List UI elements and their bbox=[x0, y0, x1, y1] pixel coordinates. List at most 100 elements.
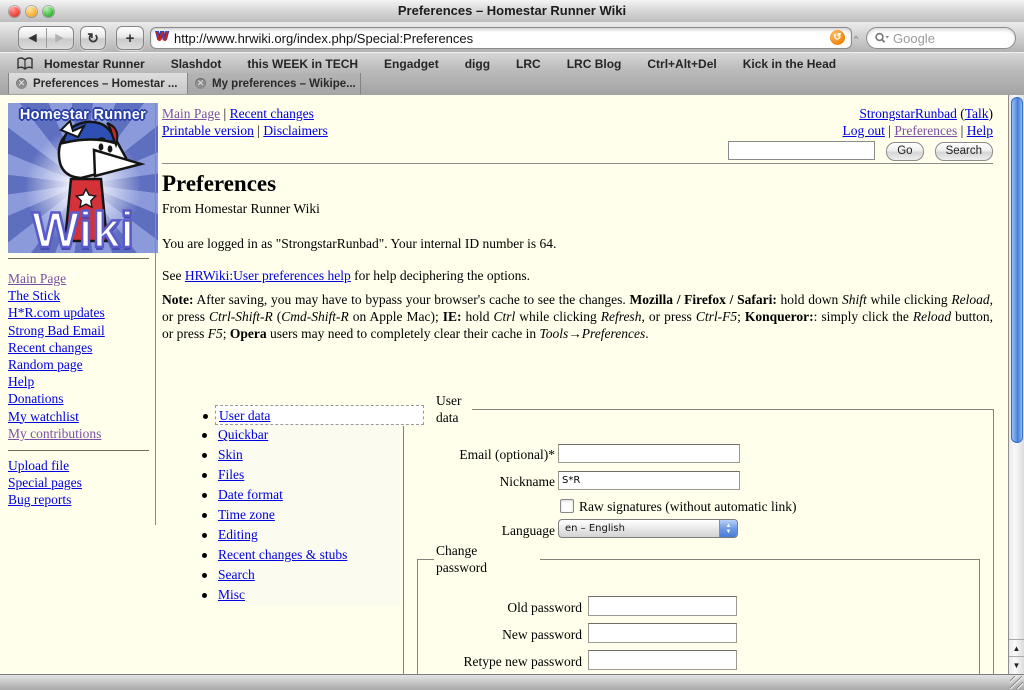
tab-close-icon[interactable]: ✕ bbox=[16, 78, 27, 89]
pref-section-link[interactable]: Misc bbox=[218, 587, 245, 602]
scroll-down-button[interactable]: ▼ bbox=[1009, 656, 1024, 674]
note-bold: Konqueror: bbox=[744, 309, 814, 324]
bookmark-item[interactable]: Engadget bbox=[384, 57, 439, 71]
snapback-icon[interactable]: ↺ bbox=[830, 30, 845, 45]
cache-note: Note: After saving, you may have to bypa… bbox=[162, 292, 994, 341]
sidebar-link[interactable]: Donations bbox=[8, 391, 64, 406]
sidebar-link[interactable]: Main Page bbox=[8, 271, 66, 286]
new-password-input[interactable] bbox=[588, 623, 737, 643]
pref-section-link[interactable]: Time zone bbox=[218, 507, 275, 522]
bookmark-item[interactable]: digg bbox=[465, 57, 490, 71]
search-button[interactable]: Search bbox=[934, 142, 993, 162]
note-italic: Ctrl-Shift-R bbox=[208, 309, 273, 324]
note-italic: Ctrl-F5 bbox=[695, 309, 738, 324]
user-data-legend: User data bbox=[436, 393, 462, 425]
sidebar-link-item: Random page bbox=[8, 357, 105, 374]
address-bar[interactable]: W http://www.hrwiki.org/index.php/Specia… bbox=[150, 27, 852, 49]
pref-section-link[interactable]: Files bbox=[218, 467, 244, 482]
bookmark-item[interactable]: this WEEK in TECH bbox=[247, 57, 358, 71]
header-link[interactable]: Help bbox=[967, 123, 993, 138]
help-line-prefix: See bbox=[162, 268, 185, 283]
raw-signatures-checkbox[interactable] bbox=[560, 499, 574, 513]
sidebar-link[interactable]: Random page bbox=[8, 357, 83, 372]
tab-close-icon[interactable]: ✕ bbox=[195, 78, 206, 89]
sidebar-link[interactable]: Strong Bad Email bbox=[8, 323, 105, 338]
talk-link[interactable]: Talk bbox=[965, 106, 989, 121]
tab-preferences[interactable]: ✕ Preferences – Homestar ... bbox=[8, 73, 188, 94]
note-italic: Refresh bbox=[600, 309, 642, 324]
note-bold: Mozilla / Firefox / Safari: bbox=[629, 292, 777, 307]
retype-password-input[interactable] bbox=[588, 650, 737, 670]
go-button[interactable]: Go bbox=[886, 142, 924, 162]
nickname-input[interactable] bbox=[558, 471, 740, 490]
sidebar-divider bbox=[155, 103, 156, 525]
header-link[interactable]: Disclaimers bbox=[263, 123, 327, 138]
old-password-input[interactable] bbox=[588, 596, 737, 616]
sidebar-link[interactable]: My watchlist bbox=[8, 409, 79, 424]
email-input[interactable] bbox=[558, 444, 740, 463]
change-password-legend: Change password bbox=[436, 543, 487, 575]
scroll-up-button[interactable]: ▲ bbox=[1009, 639, 1024, 657]
forward-button[interactable]: ▶ bbox=[47, 28, 73, 48]
sidebar-link-item: Strong Bad Email bbox=[8, 323, 105, 340]
sidebar-link[interactable]: Special pages bbox=[8, 475, 82, 490]
bookmark-item[interactable]: LRC bbox=[516, 57, 541, 71]
sidebar-link-item: My contributions bbox=[8, 426, 105, 443]
field-resize-handle-icon[interactable]: ^ bbox=[854, 34, 858, 44]
sidebar-link[interactable]: Upload file bbox=[8, 458, 69, 473]
tab-bar: ✕ Preferences – Homestar ... ✕ My prefer… bbox=[0, 73, 1024, 96]
help-line-suffix: for help deciphering the options. bbox=[350, 268, 530, 283]
pref-section-link[interactable]: Quickbar bbox=[218, 427, 268, 442]
note-italic: Ctrl bbox=[493, 309, 516, 324]
pref-section-link[interactable]: Search bbox=[218, 567, 255, 582]
header-link[interactable]: Main Page bbox=[162, 106, 220, 121]
user-links-row2: Log out | Preferences | Help bbox=[842, 123, 994, 138]
bookmark-item[interactable]: Homestar Runner bbox=[44, 57, 145, 71]
browser-window: Preferences – Homestar Runner Wiki ◀ ▶ ↻… bbox=[0, 0, 1024, 690]
user-preferences-help-link[interactable]: HRWiki:User preferences help bbox=[185, 268, 351, 283]
bookmarks-book-icon[interactable] bbox=[16, 57, 34, 70]
username-link[interactable]: StrongstarRunbad bbox=[859, 106, 957, 121]
fieldset-border bbox=[993, 409, 994, 674]
sidebar-link[interactable]: Bug reports bbox=[8, 492, 71, 507]
resize-grip-icon[interactable] bbox=[1010, 676, 1023, 689]
hrwiki-logo[interactable]: Homestar Runner Wiki bbox=[8, 103, 158, 253]
header-link[interactable]: Log out bbox=[843, 123, 885, 138]
vertical-scrollbar[interactable]: ▲ ▼ bbox=[1008, 95, 1024, 674]
pref-section-link[interactable]: Editing bbox=[218, 527, 258, 542]
fieldset-border bbox=[472, 409, 993, 410]
top-links-row2: Printable version | Disclaimers bbox=[162, 123, 328, 138]
back-button[interactable]: ◀ bbox=[20, 28, 46, 48]
bookmark-items: Homestar Runner Slashdot this WEEK in TECH… bbox=[44, 57, 862, 71]
sidebar-link[interactable]: The Stick bbox=[8, 288, 60, 303]
pref-section-link[interactable]: Date format bbox=[218, 487, 283, 502]
language-dropdown[interactable]: en – English ▲ ▼ bbox=[558, 519, 738, 538]
header-link[interactable]: Printable version bbox=[162, 123, 254, 138]
search-magnifier-icon[interactable] bbox=[874, 32, 890, 44]
google-search-field[interactable]: Google bbox=[866, 27, 1016, 49]
bookmark-item[interactable]: Kick in the Head bbox=[743, 57, 836, 71]
sidebar-link[interactable]: H*R.com updates bbox=[8, 305, 105, 320]
bookmark-item[interactable]: Slashdot bbox=[171, 57, 222, 71]
reload-button[interactable]: ↻ bbox=[80, 26, 106, 50]
sidebar-link[interactable]: My contributions bbox=[8, 426, 101, 441]
bookmark-item[interactable]: LRC Blog bbox=[567, 57, 622, 71]
bookmark-item[interactable]: Ctrl+Alt+Del bbox=[647, 57, 716, 71]
new-tab-button[interactable]: + bbox=[116, 26, 144, 50]
pref-section-link[interactable]: Skin bbox=[218, 447, 243, 462]
wiki-search-input[interactable] bbox=[728, 141, 876, 160]
tab-my-preferences[interactable]: ✕ My preferences – Wikipe... bbox=[187, 73, 361, 94]
tab-label: My preferences – Wikipe... bbox=[212, 77, 356, 90]
preference-sections-list: User data Quickbar Skin Files Date format Tim… bbox=[202, 405, 424, 605]
url-text: http://www.hrwiki.org/index.php/Special:… bbox=[174, 30, 474, 46]
sidebar-link-item: Special pages bbox=[8, 475, 82, 492]
header-link[interactable]: Recent changes bbox=[230, 106, 314, 121]
pref-section-link[interactable]: Recent changes & stubs bbox=[218, 547, 347, 562]
pref-section-link[interactable]: User data bbox=[219, 408, 270, 423]
header-link[interactable]: Preferences bbox=[894, 123, 957, 138]
raw-signatures-label: Raw signatures (without automatic link) bbox=[579, 499, 797, 514]
scrollbar-thumb[interactable] bbox=[1011, 97, 1023, 443]
sidebar-link[interactable]: Help bbox=[8, 374, 34, 389]
bookmarks-bar: Homestar Runner Slashdot this WEEK in TECH… bbox=[0, 52, 1024, 75]
sidebar-link[interactable]: Recent changes bbox=[8, 340, 92, 355]
